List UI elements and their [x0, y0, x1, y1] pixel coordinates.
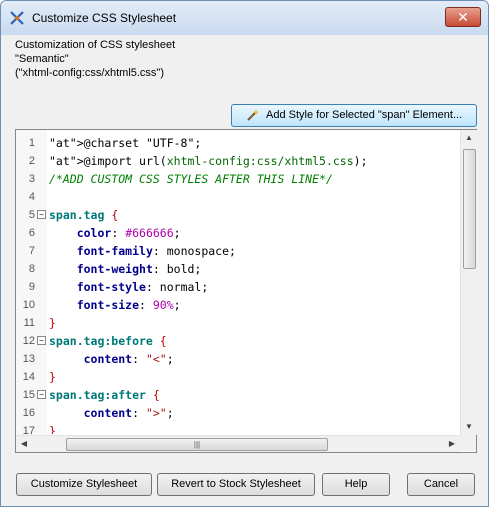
line-number: 3 [28, 173, 35, 185]
line-number: 15 [22, 389, 35, 401]
code-text: "at">@charset "UTF-8"; [49, 136, 202, 150]
fold-toggle-icon[interactable]: − [37, 390, 46, 399]
line-number: 12 [22, 335, 35, 347]
title-bar[interactable]: Customize CSS Stylesheet ✕ [1, 1, 488, 35]
line-number: 14 [22, 371, 35, 383]
add-style-button-label: Add Style for Selected "span" Element... [266, 109, 463, 121]
app-logo-icon [10, 11, 24, 25]
vertical-scroll-thumb[interactable] [463, 149, 476, 269]
scroll-down-icon[interactable]: ▼ [461, 419, 477, 435]
line-number: 11 [23, 317, 35, 329]
description-line-3: ("xhtml-config:css/xhtml5.css") [15, 67, 164, 79]
line-number: 4 [28, 191, 35, 203]
fold-toggle-icon[interactable]: − [37, 336, 46, 345]
line-number: 13 [22, 353, 35, 365]
scrollbar-corner [460, 435, 476, 451]
revert-stylesheet-button[interactable]: Revert to Stock Stylesheet [157, 473, 315, 496]
horizontal-scrollbar[interactable]: ◀ ||| ▶ [16, 435, 460, 452]
window-title: Customize CSS Stylesheet [32, 11, 177, 25]
code-text: } [49, 424, 56, 434]
line-number: 10 [22, 299, 35, 311]
code-text: color: #666666; [76, 226, 181, 240]
line-number: 2 [28, 155, 35, 167]
close-icon: ✕ [457, 9, 469, 25]
help-button[interactable]: Help [322, 473, 390, 496]
line-number: 8 [28, 263, 35, 275]
add-style-button[interactable]: Add Style for Selected "span" Element... [231, 104, 477, 127]
code-area[interactable]: 1 "at">@charset "UTF-8"; 2 "at">@import url… [16, 134, 460, 434]
code-text: /*ADD CUSTOM CSS STYLES AFTER THIS LINE*… [49, 172, 333, 186]
code-text: font-style: normal; [76, 280, 209, 294]
description-line-1: Customization of CSS stylesheet [15, 39, 176, 51]
line-number: 1 [28, 137, 35, 149]
line-number: 16 [22, 407, 35, 419]
scroll-right-icon[interactable]: ▶ [444, 436, 460, 452]
horizontal-scroll-thumb[interactable]: ||| [66, 438, 328, 451]
code-text: span.tag { [49, 208, 119, 222]
cancel-button[interactable]: Cancel [407, 473, 475, 496]
code-text: span.tag:before { [49, 334, 167, 348]
close-button[interactable]: ✕ [445, 7, 481, 27]
code-text: span.tag:after { [49, 388, 160, 402]
scroll-left-icon[interactable]: ◀ [16, 436, 32, 452]
code-text: "at">@import url(xhtml-config:css/xhtml5… [49, 154, 368, 168]
code-text: } [49, 370, 56, 384]
magic-wand-icon [247, 109, 260, 121]
description-line-2: "Semantic" [15, 53, 69, 65]
line-number: 17 [22, 425, 35, 434]
code-text: font-family: monospace; [76, 244, 236, 258]
css-editor[interactable]: 1 "at">@charset "UTF-8"; 2 "at">@import url… [15, 129, 477, 453]
code-text: content: ">"; [83, 406, 174, 420]
vertical-scrollbar[interactable]: ▲ ▼ [460, 130, 477, 435]
line-number: 6 [28, 227, 35, 239]
line-number: 7 [28, 245, 35, 257]
scroll-up-icon[interactable]: ▲ [461, 130, 477, 146]
code-text: font-size: 90%; [76, 298, 181, 312]
line-number: 9 [28, 281, 35, 293]
customize-stylesheet-button[interactable]: Customize Stylesheet [16, 473, 152, 496]
code-text: content: "<"; [83, 352, 174, 366]
code-text: } [49, 316, 56, 330]
fold-toggle-icon[interactable]: − [37, 210, 46, 219]
code-text: font-weight: bold; [76, 262, 202, 276]
line-number: 5 [28, 209, 35, 221]
dialog-window: Customize CSS Stylesheet ✕ Customization… [0, 0, 489, 507]
